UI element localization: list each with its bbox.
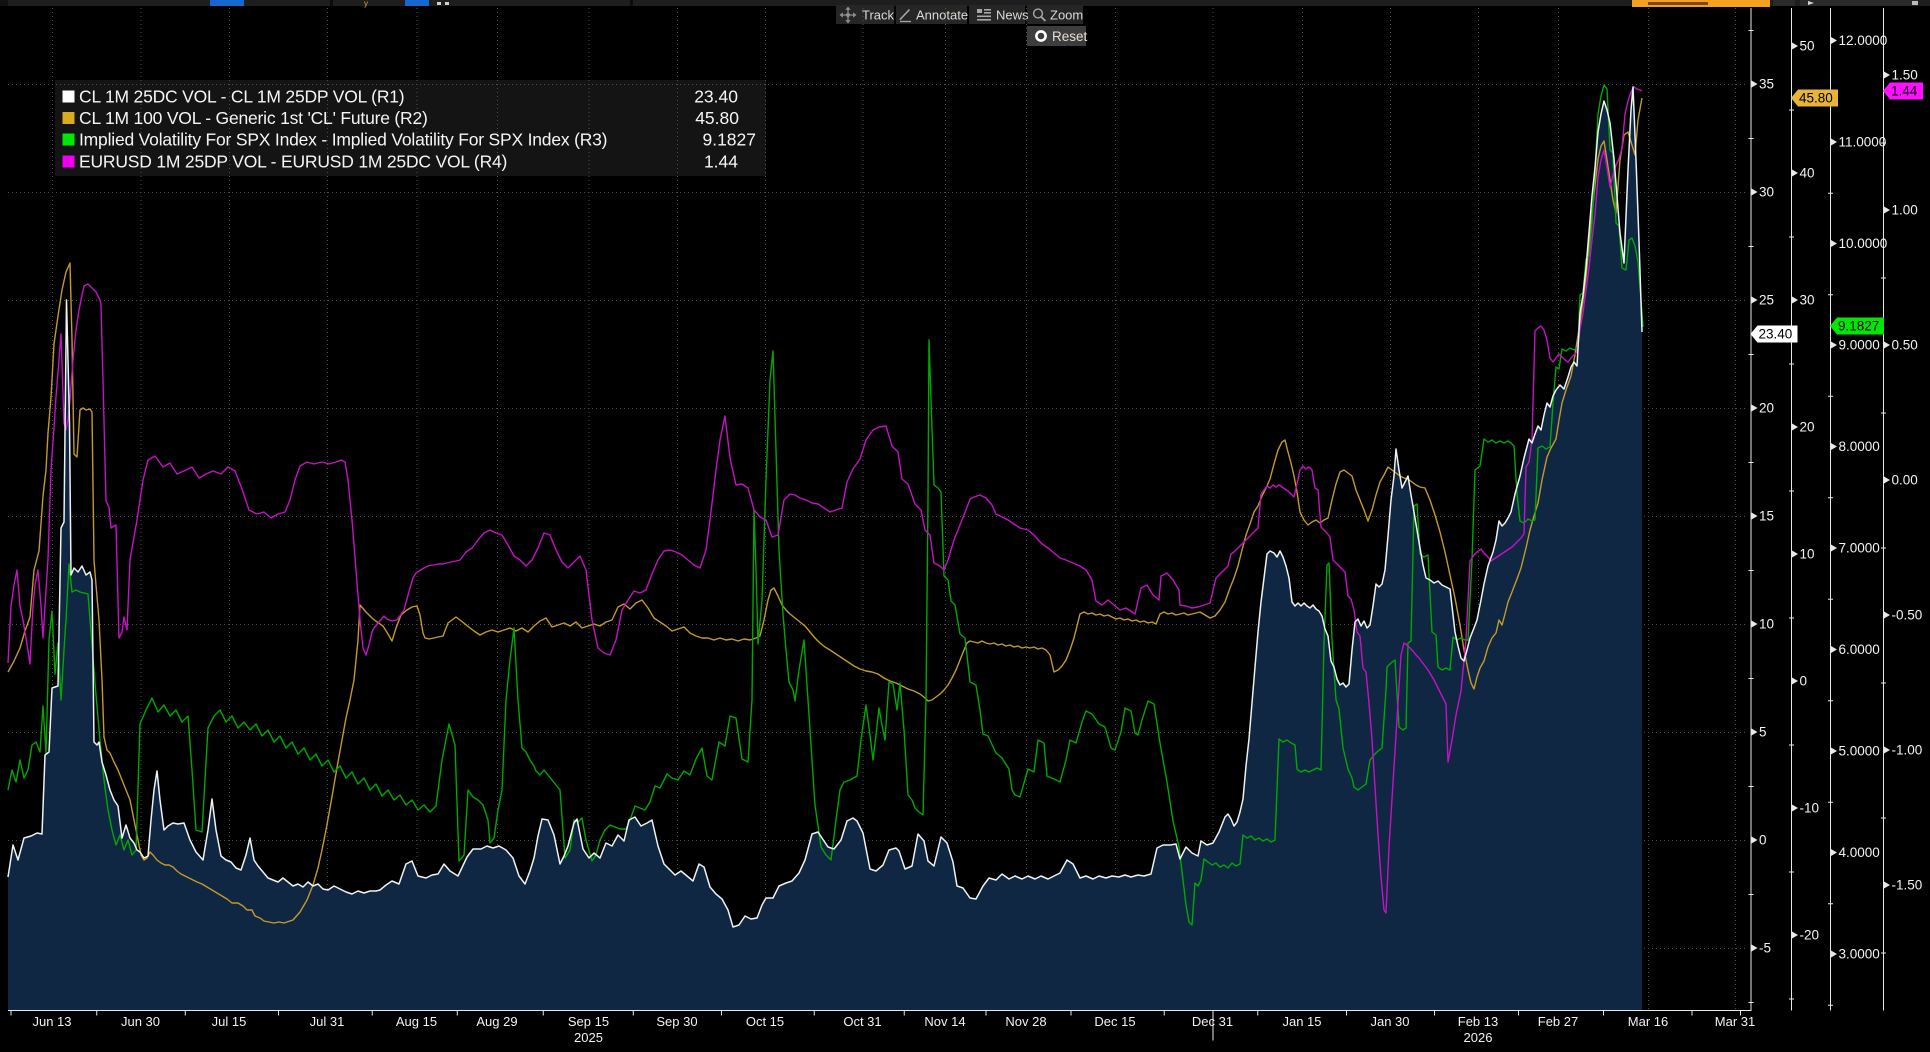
svg-text:25: 25 <box>1759 293 1774 308</box>
svg-text:23.40: 23.40 <box>694 87 738 107</box>
svg-text:Track: Track <box>862 8 895 23</box>
svg-text:1.00: 1.00 <box>1892 203 1918 218</box>
svg-text:Jan 30: Jan 30 <box>1370 1014 1409 1029</box>
svg-text:10: 10 <box>1800 547 1815 562</box>
svg-text:10: 10 <box>1759 617 1774 632</box>
svg-text:Feb 13: Feb 13 <box>1458 1014 1498 1029</box>
svg-text:1.44: 1.44 <box>1891 84 1918 99</box>
svg-text:23.40: 23.40 <box>1759 327 1793 342</box>
svg-text:Oct 31: Oct 31 <box>843 1014 881 1029</box>
svg-text:Feb 27: Feb 27 <box>1538 1014 1578 1029</box>
svg-text:Sep 30: Sep 30 <box>656 1014 697 1029</box>
svg-text:5.0000: 5.0000 <box>1839 744 1880 759</box>
svg-text:-1.50: -1.50 <box>1892 878 1923 893</box>
svg-text:-5: -5 <box>1759 941 1771 956</box>
svg-text:Jun 30: Jun 30 <box>121 1014 160 1029</box>
svg-text:45.80: 45.80 <box>1799 91 1833 106</box>
svg-text:2025: 2025 <box>574 1030 603 1045</box>
svg-text:1.44: 1.44 <box>704 152 738 172</box>
svg-text:30: 30 <box>1759 185 1774 200</box>
svg-text:0.00: 0.00 <box>1892 473 1918 488</box>
svg-text:Jul 15: Jul 15 <box>212 1014 247 1029</box>
svg-text:Nov 28: Nov 28 <box>1005 1014 1046 1029</box>
svg-text:2026: 2026 <box>1464 1030 1493 1045</box>
svg-text:8.0000: 8.0000 <box>1839 439 1880 454</box>
svg-text:0.50: 0.50 <box>1892 338 1918 353</box>
svg-text:9.0000: 9.0000 <box>1839 338 1880 353</box>
svg-text:Nov 14: Nov 14 <box>924 1014 965 1029</box>
svg-text:-1.00: -1.00 <box>1892 743 1923 758</box>
svg-text:EURUSD 1M 25DP VOL - EURUSD 1M: EURUSD 1M 25DP VOL - EURUSD 1M 25DC VOL … <box>79 152 507 172</box>
svg-text:6.0000: 6.0000 <box>1839 642 1880 657</box>
svg-text:50: 50 <box>1800 39 1815 54</box>
svg-text:Dec 31: Dec 31 <box>1192 1014 1233 1029</box>
svg-text:15: 15 <box>1759 509 1774 524</box>
svg-text:30: 30 <box>1800 293 1815 308</box>
svg-text:9.1827: 9.1827 <box>702 130 756 150</box>
svg-text:Reset: Reset <box>1052 29 1088 44</box>
svg-text:Aug 15: Aug 15 <box>396 1014 437 1029</box>
svg-text:Sep 15: Sep 15 <box>568 1014 609 1029</box>
svg-text:Jan 15: Jan 15 <box>1282 1014 1321 1029</box>
svg-text:40: 40 <box>1800 166 1815 181</box>
svg-text:Jun 13: Jun 13 <box>32 1014 71 1029</box>
svg-text:Dec 15: Dec 15 <box>1094 1014 1135 1029</box>
svg-text:4.0000: 4.0000 <box>1839 845 1880 860</box>
svg-text:Oct 15: Oct 15 <box>746 1014 784 1029</box>
svg-text:0: 0 <box>1800 674 1808 689</box>
svg-text:20: 20 <box>1800 420 1815 435</box>
svg-text:CL 1M 100 VOL - Generic 1st 'C: CL 1M 100 VOL - Generic 1st 'CL' Future … <box>79 108 428 128</box>
svg-text:35: 35 <box>1759 77 1774 92</box>
svg-text:-10: -10 <box>1800 801 1820 816</box>
svg-text:Implied Volatility For SPX Ind: Implied Volatility For SPX Index - Impli… <box>79 130 607 150</box>
svg-text:CL 1M 25DC VOL - CL 1M 25DP VO: CL 1M 25DC VOL - CL 1M 25DP VOL (R1) <box>79 87 404 107</box>
svg-text:Mar 31: Mar 31 <box>1715 1014 1755 1029</box>
svg-text:-0.50: -0.50 <box>1892 608 1923 623</box>
svg-text:11.0000: 11.0000 <box>1839 135 1887 150</box>
svg-text:5: 5 <box>1759 725 1767 740</box>
svg-text:News: News <box>996 8 1029 23</box>
svg-text:-20: -20 <box>1800 928 1820 943</box>
svg-text:Annotate: Annotate <box>916 8 968 23</box>
svg-text:Aug 29: Aug 29 <box>476 1014 517 1029</box>
svg-text:Jul 31: Jul 31 <box>310 1014 345 1029</box>
svg-text:20: 20 <box>1759 401 1774 416</box>
svg-text:y: y <box>364 0 368 8</box>
svg-text:45.80: 45.80 <box>695 108 739 128</box>
svg-text:0: 0 <box>1759 833 1767 848</box>
svg-text:1.50: 1.50 <box>1892 68 1918 83</box>
svg-text:7.0000: 7.0000 <box>1839 541 1880 556</box>
svg-text:Zoom: Zoom <box>1050 8 1083 23</box>
svg-text:10.0000: 10.0000 <box>1839 236 1888 251</box>
svg-text:9.1827: 9.1827 <box>1838 319 1879 334</box>
svg-text:12.0000: 12.0000 <box>1839 33 1888 48</box>
svg-text:3.0000: 3.0000 <box>1839 947 1880 962</box>
svg-text:Mar 16: Mar 16 <box>1628 1014 1668 1029</box>
